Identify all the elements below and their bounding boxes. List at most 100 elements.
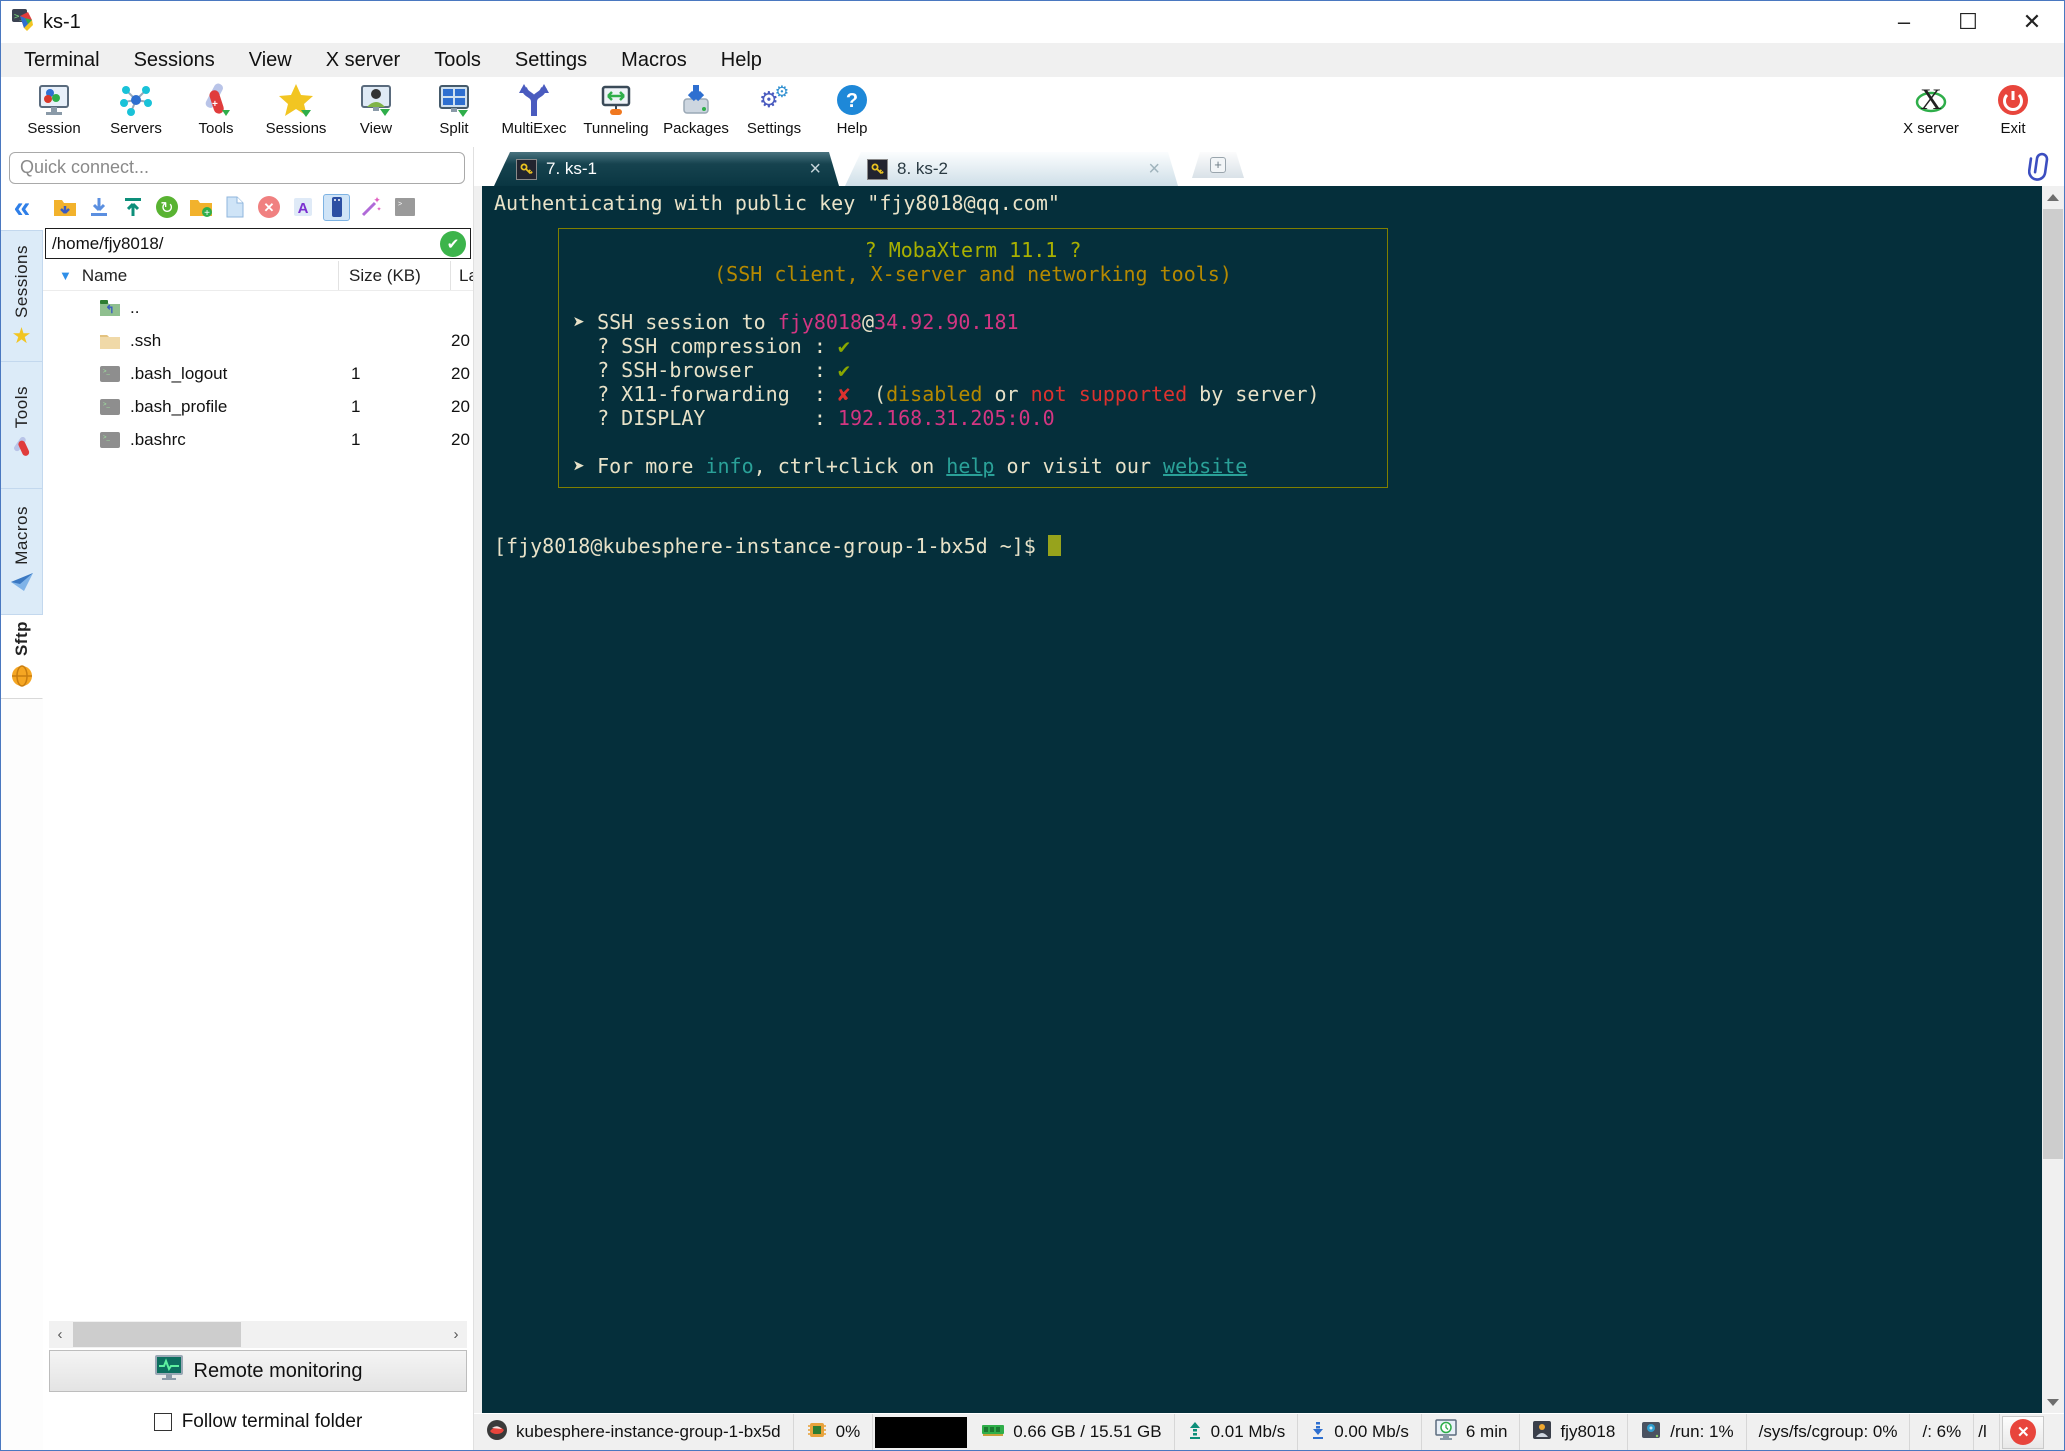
tab-ks-1[interactable]: 7. ks-1 × (494, 152, 839, 186)
scroll-down-icon[interactable] (2042, 1391, 2064, 1413)
toolbar-packages-button[interactable]: Packages (657, 79, 735, 137)
file-row-parent[interactable]: ↰.. (43, 291, 473, 324)
wand-icon[interactable]: ✦ ✦ (357, 194, 384, 221)
minimize-button[interactable]: – (1872, 2, 1936, 42)
toolbar-view-button[interactable]: View (337, 79, 415, 137)
menu-settings[interactable]: Settings (498, 43, 604, 77)
monitoring-icon (154, 1355, 184, 1387)
file-row-bashrc[interactable]: >_ .bashrc 1 20 (43, 423, 473, 456)
tunneling-icon (597, 81, 635, 119)
close-tab-icon[interactable]: × (805, 158, 825, 181)
ssh-compression-line: ? SSH compression : ✔ (573, 334, 850, 358)
terminal-scrollbar[interactable] (2042, 186, 2064, 1413)
terminal-tabbar: 7. ks-1 × 8. ks-2 × + (474, 147, 2064, 186)
status-hostname: kubesphere-instance-group-1-bx5d (474, 1414, 794, 1450)
sftp-horizontal-scrollbar[interactable]: ‹ › (49, 1321, 467, 1348)
quick-connect-input[interactable] (9, 151, 465, 184)
path-valid-check-icon[interactable]: ✔ (440, 230, 466, 257)
upload-icon[interactable] (119, 194, 146, 221)
scroll-up-icon[interactable] (2042, 186, 2064, 208)
ssh-key-icon (867, 159, 888, 180)
column-header-size[interactable]: Size (KB) (339, 261, 451, 290)
servers-icon (117, 81, 155, 119)
menu-help[interactable]: Help (704, 43, 779, 77)
toolbar-xserver-button[interactable]: X X server (1890, 79, 1972, 137)
column-header-last[interactable]: La (451, 261, 473, 290)
file-row-bash-logout[interactable]: >_ .bash_logout 1 20 (43, 357, 473, 390)
svg-text:?: ? (846, 90, 858, 112)
svg-text:+: + (204, 208, 210, 218)
shell-file-icon: >_ (99, 365, 121, 383)
help-icon: ? (833, 81, 871, 119)
tab-ks-2[interactable]: 8. ks-2 × (845, 152, 1178, 186)
toolbar-help-button[interactable]: ? Help (813, 79, 891, 137)
new-tab-button[interactable]: + (1192, 152, 1244, 178)
column-header-name[interactable]: ▼ Name (43, 261, 339, 290)
scrollbar-thumb[interactable] (73, 1322, 241, 1347)
download-icon[interactable] (85, 194, 112, 221)
folder-up-icon[interactable] (51, 194, 78, 221)
sidebar-tab-sftp[interactable]: Sftp (1, 615, 43, 699)
sidebar-collapse-button[interactable]: « (1, 186, 43, 230)
toolbar-session-button[interactable]: Session (13, 79, 95, 137)
close-tab-icon[interactable]: × (1144, 158, 1164, 181)
maximize-button[interactable]: ☐ (1936, 2, 2000, 42)
info-line: ➤ For more info, ctrl+click on help or v… (573, 454, 1248, 478)
delete-icon[interactable]: ✕ (255, 194, 282, 221)
tree-collapse-icon[interactable]: ▼ (59, 268, 72, 283)
terminal-icon[interactable]: > (391, 194, 418, 221)
menu-xserver[interactable]: X server (309, 43, 417, 77)
new-file-icon[interactable] (221, 194, 248, 221)
website-link[interactable]: website (1163, 454, 1247, 478)
terminal-screen[interactable]: Authenticating with public key "fjy8018@… (482, 186, 2042, 1413)
scroll-right-icon[interactable]: › (445, 1326, 467, 1343)
shell-file-icon: >_ (99, 398, 121, 416)
status-disk-cgroup: /sys/fs/cgroup: 0% (1747, 1414, 1911, 1450)
paperclip-icon[interactable] (2027, 151, 2054, 186)
status-clipped-item: /l (1974, 1414, 2001, 1450)
ssh-session-line: ➤ SSH session to fjy8018@34.92.90.181 (573, 310, 1019, 334)
user-icon (1532, 1420, 1552, 1445)
menu-terminal[interactable]: Terminal (7, 43, 117, 77)
menu-tools[interactable]: Tools (417, 43, 498, 77)
ssh-browser-line: ? SSH-browser : ✔ (573, 358, 850, 382)
toolbar-settings-button[interactable]: ⚙ ⚙ Settings (735, 79, 813, 138)
toolbar-split-button[interactable]: Split (415, 79, 493, 137)
statusbar-close-button[interactable]: ✕ (2002, 1415, 2045, 1449)
new-folder-icon[interactable]: + (187, 194, 214, 221)
tools-icon: + (197, 81, 235, 119)
menu-macros[interactable]: Macros (604, 43, 704, 77)
svg-text:>_: >_ (103, 369, 111, 375)
menu-sessions[interactable]: Sessions (117, 43, 232, 77)
follow-terminal-folder-checkbox[interactable] (153, 1413, 172, 1431)
toolbar-tunneling-button[interactable]: Tunneling (575, 79, 657, 137)
scrollbar-thumb[interactable] (2043, 209, 2063, 1159)
follow-terminal-folder-label: Follow terminal folder (181, 1411, 363, 1432)
toolbar-exit-button[interactable]: Exit (1972, 79, 2054, 137)
help-link[interactable]: help (946, 454, 994, 478)
sftp-path-input[interactable] (46, 233, 440, 254)
download-arrow-icon (1310, 1420, 1326, 1445)
rename-icon[interactable]: A (289, 194, 316, 221)
sync-browser-icon[interactable] (323, 193, 350, 221)
file-row-ssh[interactable]: .ssh 20 (43, 324, 473, 357)
file-row-bash-profile[interactable]: >_ .bash_profile 1 20 (43, 390, 473, 423)
remote-monitoring-button[interactable]: Remote monitoring (49, 1350, 467, 1392)
scroll-left-icon[interactable]: ‹ (49, 1326, 71, 1343)
toolbar-sessions-button[interactable]: Sessions (255, 79, 337, 137)
window-title: ks-1 (43, 10, 81, 33)
sidebar-tab-macros[interactable]: Macros (1, 489, 43, 615)
uptime-clock-icon (1434, 1418, 1458, 1446)
sidebar-tab-sessions[interactable]: Sessions ★ (1, 230, 43, 362)
banner-subtitle: (SSH client, X-server and networking too… (714, 262, 1232, 286)
status-cpu: 0% (794, 1414, 874, 1450)
toolbar-tools-button[interactable]: + Tools (177, 79, 255, 137)
refresh-icon[interactable]: ↻ (153, 194, 180, 221)
sidebar-tab-tools[interactable]: Tools (1, 362, 43, 489)
toolbar-multiexec-button[interactable]: MultiExec (493, 79, 575, 137)
menu-view[interactable]: View (232, 43, 309, 77)
close-button[interactable]: ✕ (2000, 2, 2064, 42)
multiexec-icon (515, 81, 553, 119)
titlebar: >_ ks-1 – ☐ ✕ (1, 1, 2064, 43)
toolbar-servers-button[interactable]: Servers (95, 79, 177, 137)
